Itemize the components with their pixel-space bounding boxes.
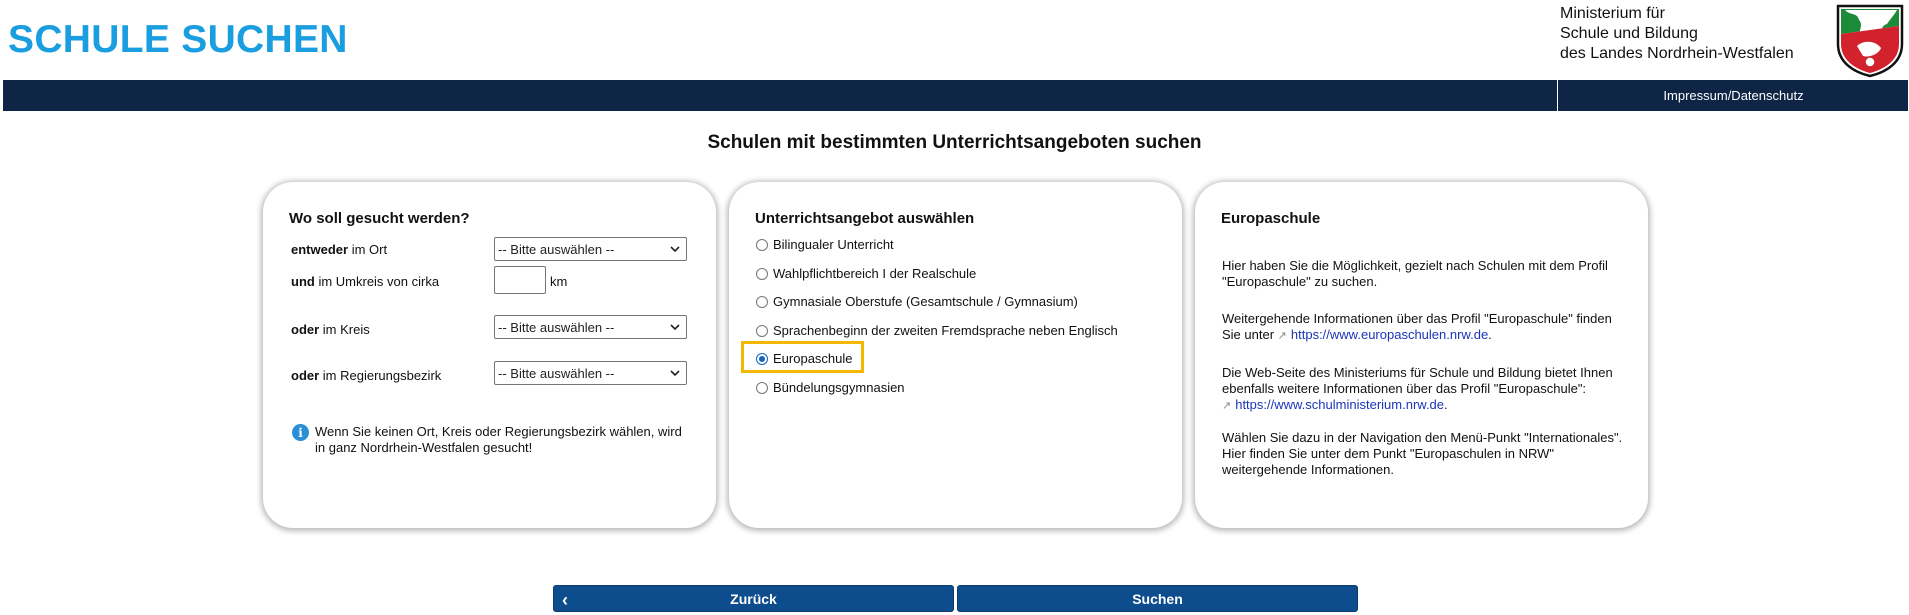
radio-button[interactable]	[756, 295, 768, 308]
option-label: Wahlpflichtbereich I der Realschule	[773, 266, 977, 281]
ministry-line-2: Schule und Bildung	[1560, 25, 1698, 42]
option-oberstufe[interactable]: Gymnasiale Oberstufe (Gesamtschule / Gym…	[756, 294, 1078, 309]
ort-select[interactable]: -- Bitte auswählen --	[494, 237, 687, 261]
info-paragraph-1: Hier haben Sie die Möglichkeit, gezielt …	[1222, 258, 1608, 289]
kreis-label: oder im Kreis	[291, 322, 370, 337]
external-link-icon: ↗	[1222, 400, 1232, 412]
umkreis-km-input[interactable]	[494, 266, 546, 294]
ort-select-value: -- Bitte auswählen --	[498, 241, 615, 257]
radio-button[interactable]	[756, 267, 768, 280]
ort-label-bold: entweder	[291, 242, 349, 257]
bezirk-select-value: -- Bitte auswählen --	[498, 365, 615, 381]
option-label: Sprachenbeginn der zweiten Fremdsprache …	[773, 323, 1118, 338]
kreis-label-rest: im Kreis	[319, 322, 370, 337]
offer-panel-title: Unterrichtsangebot auswählen	[755, 210, 975, 227]
chevron-down-icon	[670, 246, 680, 253]
option-label: Bilingualer Unterricht	[773, 237, 894, 252]
bezirk-label-rest: im Regierungsbezirk	[319, 368, 442, 383]
bezirk-label-bold: oder	[291, 368, 320, 383]
umkreis-label-rest: im Umkreis von cirka	[314, 274, 440, 289]
kreis-select[interactable]: -- Bitte auswählen --	[494, 315, 687, 339]
nav-divider	[1557, 80, 1558, 111]
km-unit-label: km	[550, 274, 568, 289]
app-title: SCHULE SUCHEN	[8, 18, 348, 61]
option-wahlpflicht[interactable]: Wahlpflichtbereich I der Realschule	[756, 266, 976, 281]
option-label: Bündelungsgymnasien	[773, 380, 905, 395]
info-paragraph-2: Weitergehende Informationen über das Pro…	[1222, 311, 1612, 342]
chevron-left-icon: ‹	[562, 590, 568, 610]
info-paragraph-3: Die Web-Seite des Ministeriums für Schul…	[1222, 365, 1613, 412]
impressum-link[interactable]: Impressum/Datenschutz	[1559, 80, 1908, 111]
radio-button[interactable]	[756, 238, 768, 251]
radio-button[interactable]	[756, 324, 768, 337]
option-label: Europaschule	[773, 351, 853, 366]
chevron-down-icon	[670, 370, 680, 377]
location-panel: Wo soll gesucht werden? entweder im Ort …	[263, 182, 716, 528]
umkreis-label-bold: und	[291, 274, 315, 289]
kreis-select-value: -- Bitte auswählen --	[498, 319, 615, 335]
schulministerium-link[interactable]: https://www.schulministerium.nrw.de	[1235, 397, 1444, 412]
ort-label-rest: im Ort	[348, 242, 388, 257]
info-paragraph-3-text: Die Web-Seite des Ministeriums für Schul…	[1222, 365, 1613, 396]
kreis-label-bold: oder	[291, 322, 320, 337]
info-panel-title: Europaschule	[1221, 210, 1321, 227]
back-button[interactable]: ‹ Zurück	[553, 585, 954, 612]
page-title: Schulen mit bestimmten Unterrichtsangebo…	[707, 132, 1202, 153]
info-icon: i	[292, 424, 309, 441]
ort-label: entweder im Ort	[291, 242, 387, 257]
umkreis-label: und im Umkreis von cirka	[291, 274, 439, 289]
info-paragraph-4: Wählen Sie dazu in der Navigation den Me…	[1222, 430, 1623, 477]
top-navbar: Impressum/Datenschutz	[3, 80, 1908, 111]
search-button-label: Suchen	[1132, 590, 1183, 607]
crest-icon	[1836, 4, 1904, 78]
location-info-text: Wenn Sie keinen Ort, Kreis oder Regierun…	[315, 424, 682, 455]
ministry-name: Ministerium für Schule und Bildung des L…	[1560, 4, 1794, 64]
option-label: Gymnasiale Oberstufe (Gesamtschule / Gym…	[773, 294, 1078, 309]
radio-button-checked[interactable]	[756, 352, 768, 365]
offer-panel: Unterrichtsangebot auswählen Bilingualer…	[729, 182, 1182, 528]
chevron-down-icon	[670, 324, 680, 331]
ministry-line-1: Ministerium für	[1560, 5, 1665, 22]
option-europaschule[interactable]: Europaschule	[756, 351, 853, 366]
ministry-line-3: des Landes Nordrhein-Westfalen	[1560, 45, 1794, 62]
external-link-icon: ↗	[1277, 330, 1287, 342]
location-panel-title: Wo soll gesucht werden?	[289, 210, 470, 227]
option-buendelung[interactable]: Bündelungsgymnasien	[756, 380, 905, 395]
option-sprachenbeginn[interactable]: Sprachenbeginn der zweiten Fremdsprache …	[756, 323, 1118, 338]
bezirk-select[interactable]: -- Bitte auswählen --	[494, 361, 687, 385]
info-panel: Europaschule Hier haben Sie die Möglichk…	[1195, 182, 1648, 528]
back-button-label: Zurück	[730, 590, 777, 607]
europaschulen-link[interactable]: https://www.europaschulen.nrw.de	[1291, 327, 1488, 342]
radio-button[interactable]	[756, 381, 768, 394]
bezirk-label: oder im Regierungsbezirk	[291, 368, 441, 383]
option-bilingual[interactable]: Bilingualer Unterricht	[756, 237, 894, 252]
search-button[interactable]: Suchen	[957, 585, 1358, 612]
